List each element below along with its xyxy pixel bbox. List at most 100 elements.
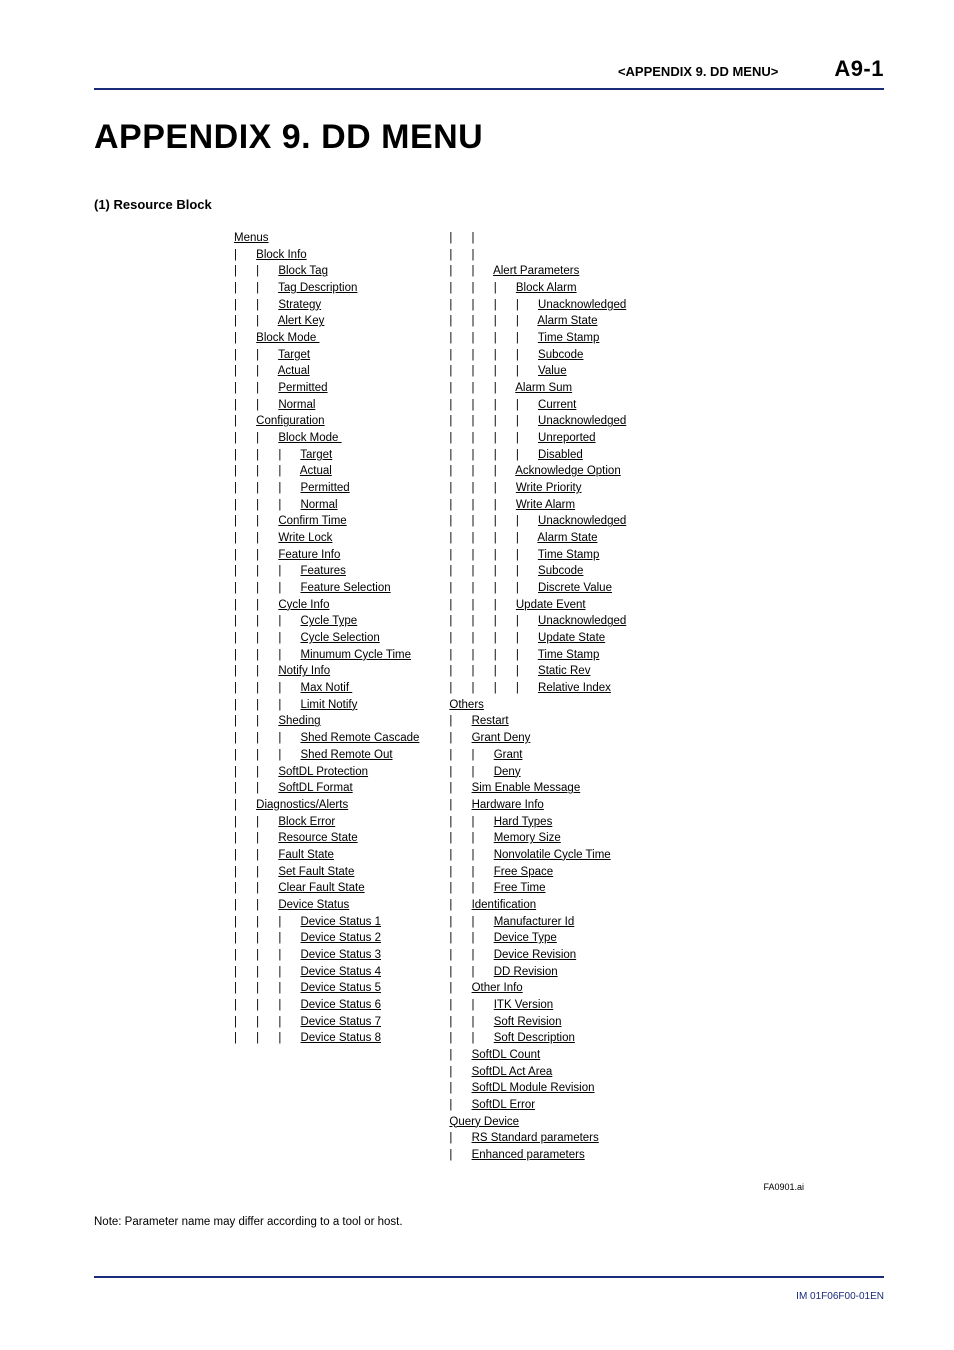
tree-link[interactable]: Grant — [494, 749, 523, 761]
tree-link[interactable]: Strategy — [278, 299, 321, 311]
tree-link[interactable]: Device Status 7 — [300, 1016, 381, 1028]
tree-link[interactable]: Discrete Value — [538, 582, 612, 594]
tree-link[interactable]: Value — [538, 365, 567, 377]
tree-link[interactable]: Block Mode — [256, 332, 319, 344]
tree-link[interactable]: Cycle Type — [300, 615, 357, 627]
tree-link[interactable]: Shed Remote Cascade — [300, 732, 419, 744]
tree-link[interactable]: Minumum Cycle Time — [300, 649, 411, 661]
tree-link[interactable]: Update State — [538, 632, 605, 644]
tree-link[interactable]: Actual — [300, 465, 332, 477]
tree-link[interactable]: Clear Fault State — [278, 882, 364, 894]
tree-link[interactable]: Device Status 3 — [300, 949, 381, 961]
tree-link[interactable]: Hard Types — [494, 816, 553, 828]
tree-link[interactable]: Free Time — [494, 882, 546, 894]
tree-link[interactable]: Subcode — [538, 565, 583, 577]
tree-link[interactable]: Sim Enable Message — [472, 782, 581, 794]
tree-link[interactable]: Soft Description — [494, 1032, 575, 1044]
tree-link[interactable]: Time Stamp — [538, 549, 600, 561]
tree-link[interactable]: Menus — [234, 232, 269, 244]
tree-link[interactable]: Hardware Info — [472, 799, 544, 811]
tree-link[interactable]: Relative Index — [538, 682, 611, 694]
tree-link[interactable]: Device Status 6 — [300, 999, 381, 1011]
tree-link[interactable]: Max Notif — [300, 682, 352, 694]
tree-link[interactable]: SoftDL Module Revision — [472, 1082, 595, 1094]
tree-link[interactable]: Disabled — [538, 449, 583, 461]
tree-link[interactable]: Actual — [278, 365, 310, 377]
tree-link[interactable]: Update Event — [516, 599, 586, 611]
tree-link[interactable]: Device Status 5 — [300, 982, 381, 994]
tree-link[interactable]: ITK Version — [494, 999, 553, 1011]
tree-link[interactable]: Device Status — [278, 899, 349, 911]
tree-link[interactable]: RS Standard parameters — [472, 1132, 599, 1144]
tree-link[interactable]: Notify Info — [278, 665, 330, 677]
tree-link[interactable]: Unacknowledged — [538, 299, 626, 311]
tree-link[interactable]: Time Stamp — [538, 332, 600, 344]
tree-link[interactable]: Unacknowledged — [538, 515, 626, 527]
tree-link[interactable]: Block Alarm — [516, 282, 577, 294]
tree-link[interactable]: Others — [449, 699, 484, 711]
tree-link[interactable]: Enhanced parameters — [472, 1149, 585, 1161]
tree-link[interactable]: Write Priority — [516, 482, 582, 494]
tree-link[interactable]: SoftDL Error — [472, 1099, 535, 1111]
tree-link[interactable]: Target — [278, 349, 310, 361]
tree-link[interactable]: Permitted — [300, 482, 349, 494]
tree-link[interactable]: Target — [300, 449, 332, 461]
tree-link[interactable]: Alarm Sum — [515, 382, 572, 394]
tree-link[interactable]: Alert Key — [278, 315, 325, 327]
tree-link[interactable]: Diagnostics/Alerts — [256, 799, 348, 811]
tree-link[interactable]: Alarm State — [537, 532, 597, 544]
tree-link[interactable]: Unreported — [538, 432, 596, 444]
tree-link[interactable]: Tag Description — [278, 282, 357, 294]
tree-link[interactable]: Cycle Selection — [300, 632, 379, 644]
tree-link[interactable]: Set Fault State — [278, 866, 354, 878]
tree-link[interactable]: Feature Selection — [300, 582, 390, 594]
tree-link[interactable]: Block Tag — [278, 265, 328, 277]
tree-link[interactable]: Block Mode — [278, 432, 341, 444]
tree-link[interactable]: Memory Size — [494, 832, 561, 844]
tree-link[interactable]: Nonvolatile Cycle Time — [494, 849, 611, 861]
tree-link[interactable]: Configuration — [256, 415, 324, 427]
tree-link[interactable]: Write Lock — [278, 532, 332, 544]
tree-link[interactable]: Device Status 8 — [300, 1032, 381, 1044]
tree-link[interactable]: SoftDL Protection — [278, 766, 368, 778]
tree-link[interactable]: Limit Notify — [300, 699, 357, 711]
tree-link[interactable]: Normal — [300, 499, 337, 511]
tree-link[interactable]: Soft Revision — [494, 1016, 562, 1028]
tree-link[interactable]: Unacknowledged — [538, 615, 626, 627]
tree-link[interactable]: Device Status 2 — [300, 932, 381, 944]
tree-link[interactable]: Normal — [278, 399, 315, 411]
tree-link[interactable]: Features — [300, 565, 345, 577]
tree-link[interactable]: Alarm State — [537, 315, 597, 327]
tree-link[interactable]: Deny — [494, 766, 521, 778]
tree-link[interactable]: Grant Deny — [472, 732, 531, 744]
tree-link[interactable]: Block Error — [278, 816, 335, 828]
tree-link[interactable]: Device Revision — [494, 949, 576, 961]
tree-link[interactable]: Device Type — [494, 932, 557, 944]
tree-link[interactable]: Feature Info — [278, 549, 340, 561]
tree-link[interactable]: Current — [538, 399, 576, 411]
tree-link[interactable]: Manufacturer Id — [494, 916, 575, 928]
tree-link[interactable]: Identification — [472, 899, 537, 911]
tree-link[interactable]: Permitted — [278, 382, 327, 394]
tree-link[interactable]: Restart — [472, 715, 509, 727]
tree-link[interactable]: Alert Parameters — [493, 265, 579, 277]
tree-link[interactable]: Other Info — [472, 982, 523, 994]
tree-link[interactable]: Device Status 4 — [300, 966, 381, 978]
tree-link[interactable]: SoftDL Count — [472, 1049, 541, 1061]
tree-link[interactable]: Block Info — [256, 249, 307, 261]
tree-link[interactable]: Write Alarm — [516, 499, 575, 511]
tree-link[interactable]: Static Rev — [538, 665, 590, 677]
tree-link[interactable]: Query Device — [449, 1116, 519, 1128]
tree-link[interactable]: SoftDL Act Area — [472, 1066, 553, 1078]
tree-link[interactable]: Fault State — [278, 849, 334, 861]
tree-link[interactable]: Confirm Time — [278, 515, 346, 527]
tree-link[interactable]: Time Stamp — [538, 649, 600, 661]
tree-link[interactable]: SoftDL Format — [278, 782, 352, 794]
tree-link[interactable]: Resource State — [278, 832, 357, 844]
tree-link[interactable]: Acknowledge Option — [515, 465, 620, 477]
tree-link[interactable]: Device Status 1 — [300, 916, 381, 928]
tree-link[interactable]: DD Revision — [494, 966, 558, 978]
tree-link[interactable]: Sheding — [278, 715, 320, 727]
tree-link[interactable]: Subcode — [538, 349, 583, 361]
tree-link[interactable]: Free Space — [494, 866, 553, 878]
